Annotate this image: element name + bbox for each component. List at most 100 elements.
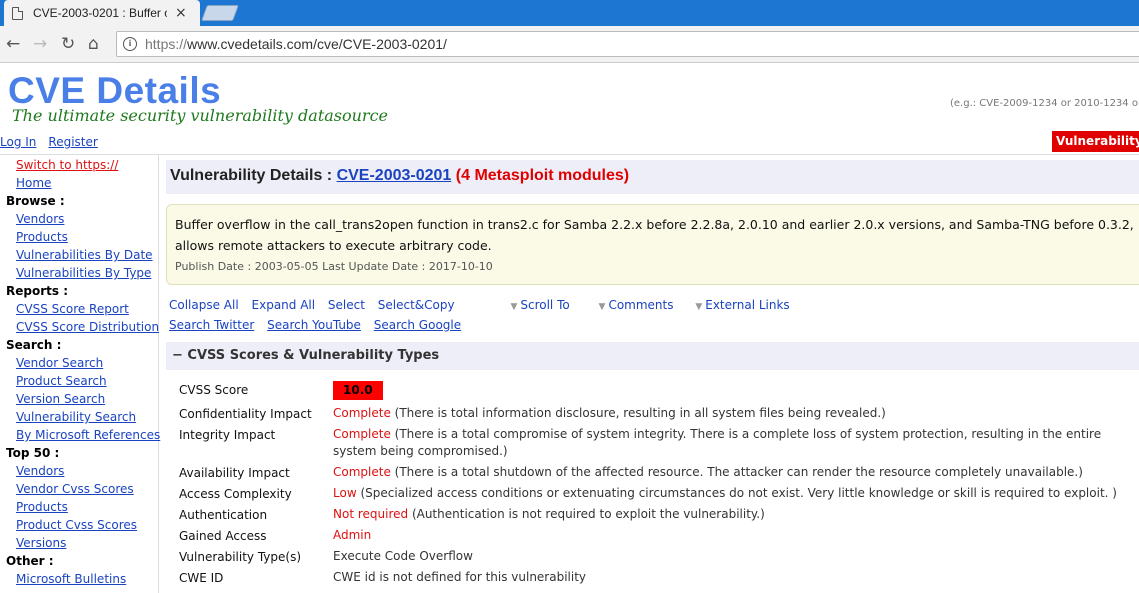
- access-complexity-label: Access Complexity: [179, 487, 292, 501]
- chevron-down-icon: ▼: [598, 302, 606, 312]
- sidebar-item-top-products[interactable]: Products: [16, 500, 68, 514]
- search-youtube-link[interactable]: Search YouTube: [267, 318, 361, 332]
- chevron-down-icon: ▼: [695, 302, 703, 312]
- availability-value: Complete (There is a total shutdown of t…: [333, 464, 1133, 481]
- external-links-dropdown[interactable]: External Links: [705, 298, 789, 312]
- sidebar-heading-other: Other :: [6, 554, 54, 568]
- address-bar[interactable]: i https://www.cvedetails.com/cve/CVE-200…: [116, 31, 1139, 57]
- search-google-link[interactable]: Search Google: [374, 318, 461, 332]
- sidebar-item-vendors[interactable]: Vendors: [16, 212, 64, 226]
- search-example-hint: (e.g.: CVE-2009-1234 or 2010-1234 or 20: [950, 98, 1139, 109]
- access-complexity-value: Low (Specialized access conditions or ex…: [333, 485, 1133, 502]
- home-icon[interactable]: ⌂: [88, 34, 99, 54]
- sidebar-heading-browse: Browse :: [6, 194, 65, 208]
- chevron-down-icon: ▼: [510, 302, 518, 312]
- auth-links: Log In Register: [0, 135, 110, 149]
- gained-access-value: Admin: [333, 527, 1133, 544]
- cwe-id-value: CWE id is not defined for this vulnerabi…: [333, 570, 587, 584]
- url-rest: www.cvedetails.com/cve/CVE-2003-0201/: [187, 36, 447, 52]
- forward-icon[interactable]: →: [33, 34, 47, 54]
- integrity-desc: (There is a total compromise of system i…: [333, 427, 1102, 458]
- publish-dates: Publish Date : 2003-05-05 Last Update Da…: [175, 260, 493, 273]
- vuln-type-label: Vulnerability Type(s): [179, 550, 302, 564]
- gained-access-level: Admin: [333, 528, 372, 542]
- sidebar-item-products[interactable]: Products: [16, 230, 68, 244]
- sidebar-heading-search: Search :: [6, 338, 62, 352]
- score-badge: 10.0: [333, 381, 383, 400]
- cvss-score-label: CVSS Score: [179, 383, 249, 397]
- confidentiality-level: Complete: [333, 406, 391, 420]
- sidebar-item-vulnerability-search[interactable]: Vulnerability Search: [16, 410, 136, 424]
- title-prefix: Vulnerability Details :: [170, 167, 337, 184]
- integrity-label: Integrity Impact: [179, 428, 276, 442]
- url-text: https://www.cvedetails.com/cve/CVE-2003-…: [145, 36, 447, 52]
- browser-toolbar: ← → ↻ ⌂ i https://www.cvedetails.com/cve…: [0, 26, 1139, 63]
- page-title-bar: Vulnerability Details : CVE-2003-0201 (4…: [166, 160, 1139, 194]
- select-copy-link[interactable]: Select&Copy: [378, 298, 455, 312]
- back-icon[interactable]: ←: [6, 34, 20, 54]
- scroll-to-dropdown[interactable]: Scroll To: [520, 298, 569, 312]
- switch-https-link[interactable]: Switch to https://: [16, 158, 118, 172]
- register-link[interactable]: Register: [48, 135, 97, 149]
- sidebar-item-cvss-distribution[interactable]: CVSS Score Distribution: [16, 320, 159, 334]
- access-complexity-desc: (Specialized access conditions or extenu…: [356, 486, 1117, 500]
- confidentiality-label: Confidentiality Impact: [179, 407, 312, 421]
- left-sidebar: Switch to https:// Home Browse : Vendors…: [0, 155, 160, 593]
- select-link[interactable]: Select: [328, 298, 365, 312]
- sidebar-item-vulns-by-date[interactable]: Vulnerabilities By Date: [16, 248, 153, 262]
- vulnerability-summary: Buffer overflow in the call_trans2open f…: [166, 204, 1139, 285]
- integrity-level: Complete: [333, 427, 391, 441]
- cwe-id-label: CWE ID: [179, 571, 224, 585]
- sidebar-item-product-search[interactable]: Product Search: [16, 374, 107, 388]
- authentication-value: Not required (Authentication is not requ…: [333, 506, 1133, 523]
- vulnerability-search-button[interactable]: Vulnerability: [1052, 131, 1139, 152]
- expand-all-link[interactable]: Expand All: [252, 298, 316, 312]
- metasploit-link[interactable]: (4 Metasploit modules): [456, 167, 629, 184]
- confidentiality-value: Complete (There is total information dis…: [333, 405, 1133, 422]
- sidebar-item-vendor-cvss[interactable]: Vendor Cvss Scores: [16, 482, 134, 496]
- new-tab-button[interactable]: [201, 5, 239, 21]
- cvss-section-header[interactable]: − CVSS Scores & Vulnerability Types: [166, 342, 1139, 370]
- availability-label: Availability Impact: [179, 466, 290, 480]
- vulnerability-description: Buffer overflow in the call_trans2open f…: [175, 217, 1134, 253]
- header-divider: [0, 154, 1139, 155]
- info-icon[interactable]: i: [123, 37, 137, 51]
- sidebar-heading-reports: Reports :: [6, 284, 68, 298]
- collapse-all-link[interactable]: Collapse All: [169, 298, 239, 312]
- sidebar-item-home[interactable]: Home: [16, 176, 51, 190]
- authentication-level: Not required: [333, 507, 409, 521]
- sidebar-item-cvss-report[interactable]: CVSS Score Report: [16, 302, 129, 316]
- sidebar-item-versions[interactable]: Versions: [16, 536, 66, 550]
- sidebar-heading-top50: Top 50 :: [6, 446, 60, 460]
- browser-tab-bar: CVE-2003-0201 : Buffer o ×: [0, 0, 1139, 26]
- page-title: Vulnerability Details : CVE-2003-0201 (4…: [170, 167, 629, 184]
- login-link[interactable]: Log In: [0, 135, 36, 149]
- sidebar-item-product-cvss[interactable]: Product Cvss Scores: [16, 518, 137, 532]
- gained-access-label: Gained Access: [179, 529, 267, 543]
- sidebar-item-vendor-search[interactable]: Vendor Search: [16, 356, 103, 370]
- access-complexity-level: Low: [333, 486, 357, 500]
- integrity-value: Complete (There is a total compromise of…: [333, 426, 1133, 460]
- vuln-type-value: Execute Code Overflow: [333, 549, 473, 563]
- sidebar-item-vulns-by-type[interactable]: Vulnerabilities By Type: [16, 266, 151, 280]
- search-links: Search Twitter Search YouTube Search Goo…: [169, 318, 470, 332]
- availability-desc: (There is a total shutdown of the affect…: [390, 465, 1083, 479]
- close-tab-icon[interactable]: ×: [175, 5, 187, 21]
- tab-title: CVE-2003-0201 : Buffer o: [33, 6, 167, 20]
- search-twitter-link[interactable]: Search Twitter: [169, 318, 254, 332]
- sidebar-item-ms-references[interactable]: By Microsoft References: [16, 428, 160, 442]
- sidebar-item-ms-bulletins[interactable]: Microsoft Bulletins: [16, 572, 126, 586]
- browser-tab[interactable]: CVE-2003-0201 : Buffer o ×: [4, 0, 200, 26]
- sidebar-item-top-vendors[interactable]: Vendors: [16, 464, 64, 478]
- cvss-score-value: 10.0: [333, 381, 1133, 400]
- authentication-label: Authentication: [179, 508, 268, 522]
- authentication-desc: (Authentication is not required to explo…: [408, 507, 765, 521]
- url-scheme: https://: [145, 36, 188, 52]
- page-icon: [12, 6, 23, 20]
- confidentiality-desc: (There is total information disclosure, …: [390, 406, 886, 420]
- reload-icon[interactable]: ↻: [61, 34, 75, 54]
- sidebar-item-version-search[interactable]: Version Search: [16, 392, 105, 406]
- action-links: Collapse All Expand All Select Select&Co…: [169, 298, 799, 312]
- comments-dropdown[interactable]: Comments: [608, 298, 673, 312]
- cve-id-link[interactable]: CVE-2003-0201: [337, 167, 452, 184]
